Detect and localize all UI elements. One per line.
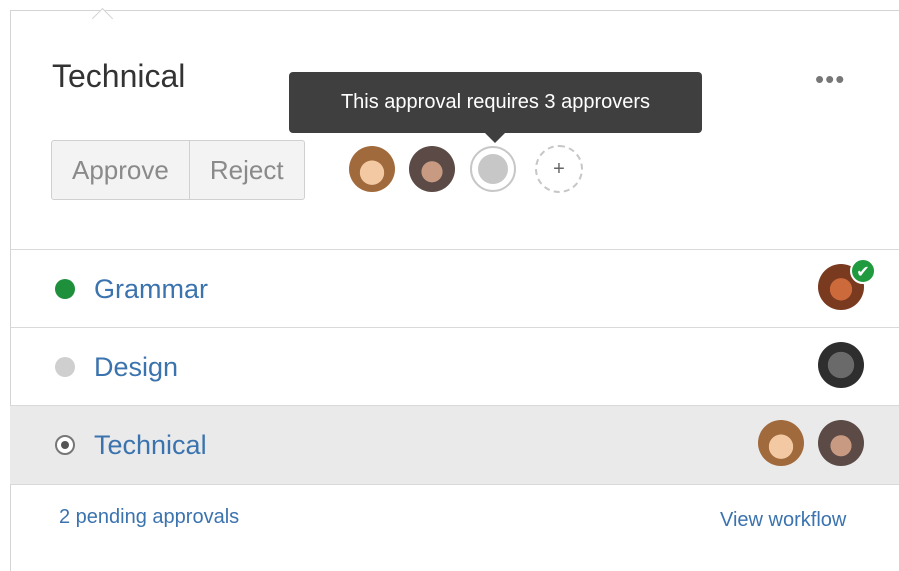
approved-check-icon: ✔	[850, 258, 876, 284]
view-workflow-link[interactable]: View workflow	[720, 509, 846, 532]
step-label-grammar[interactable]: Grammar	[94, 250, 208, 328]
step-label-design[interactable]: Design	[94, 328, 178, 406]
reviewer-avatar[interactable]	[818, 342, 864, 388]
approvers-tooltip: This approval requires 3 approvers	[289, 72, 702, 143]
status-dot-approved	[55, 279, 75, 299]
approver-avatar-2[interactable]	[409, 146, 455, 192]
reject-button[interactable]: Reject	[188, 141, 304, 199]
status-dot-pending	[55, 357, 75, 377]
more-actions-button[interactable]: •••	[815, 64, 845, 94]
approve-button[interactable]: Approve	[52, 141, 189, 199]
status-dot-current	[55, 435, 75, 455]
divider	[10, 484, 899, 485]
approver-avatar-1[interactable]	[349, 146, 395, 192]
pending-approvals-link[interactable]: 2 pending approvals	[59, 506, 239, 529]
add-approver-button[interactable]: +	[535, 145, 583, 193]
panel-pointer	[91, 7, 114, 30]
approval-button-group: Approve Reject	[51, 140, 305, 200]
step-label-technical[interactable]: Technical	[94, 406, 207, 484]
step-row-design[interactable]: Design	[10, 328, 899, 406]
step-row-grammar[interactable]: Grammar ✔	[10, 250, 899, 328]
card-title: Technical	[52, 58, 186, 94]
step-row-technical[interactable]: Technical	[10, 406, 899, 484]
reviewer-avatar[interactable]	[758, 420, 804, 466]
empty-approver-avatar[interactable]	[470, 146, 516, 192]
reviewer-avatar[interactable]	[818, 420, 864, 466]
